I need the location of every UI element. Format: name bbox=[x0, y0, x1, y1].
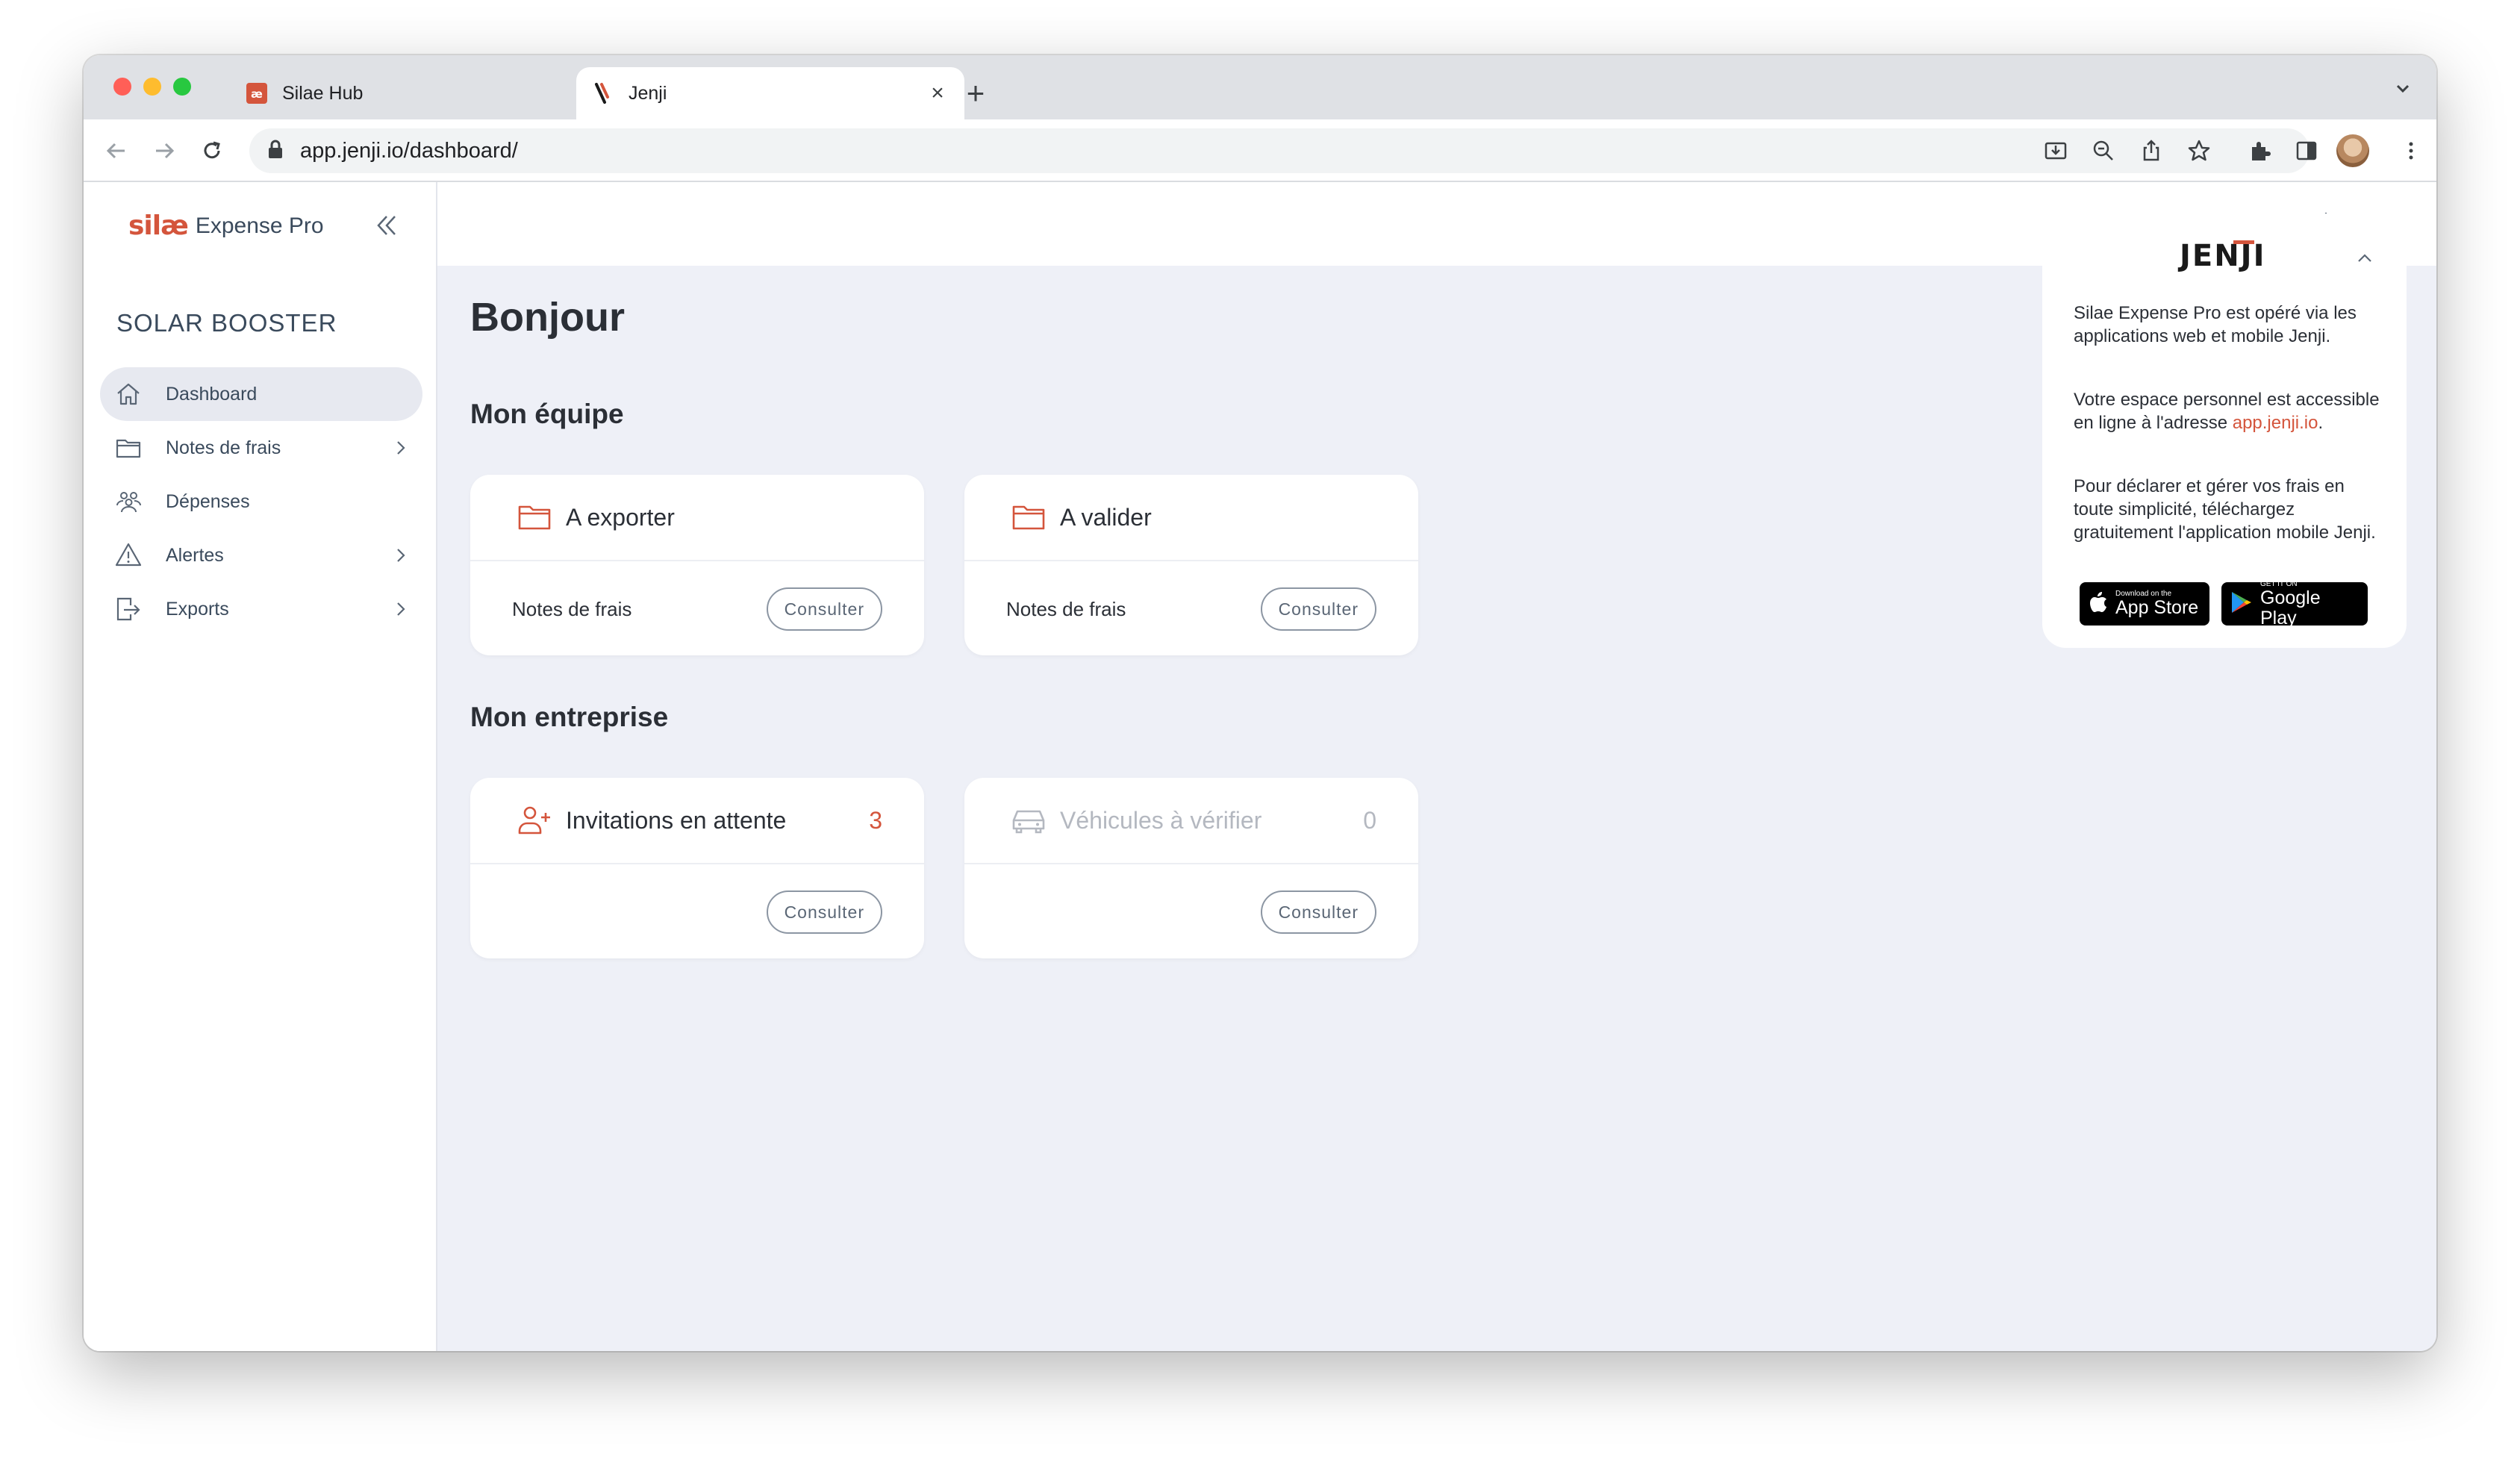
app-store-badge[interactable]: Download on the App Store bbox=[2080, 582, 2209, 626]
logo-product: Expense Pro bbox=[195, 213, 324, 238]
browser-window: æ Silae Hub × Jenji × + bbox=[84, 55, 2436, 1351]
chevron-right-icon bbox=[390, 437, 412, 459]
panel-paragraph-2-text: Votre espace personnel est accessible en… bbox=[2074, 390, 2380, 433]
sidebar-item-label: Dépenses bbox=[166, 490, 250, 512]
sidebar-item-notes-de-frais[interactable]: Notes de frais bbox=[100, 421, 422, 475]
profile-avatar[interactable] bbox=[2336, 134, 2369, 167]
card-label: Notes de frais bbox=[1006, 597, 1126, 620]
sidebar-item-label: Notes de frais bbox=[166, 437, 281, 458]
invitations-count: 3 bbox=[869, 806, 882, 834]
chevron-right-icon bbox=[390, 598, 412, 620]
chevron-up-icon[interactable] bbox=[2353, 246, 2377, 270]
tab-jenji[interactable]: Jenji × bbox=[576, 67, 964, 119]
card-title: A valider bbox=[1060, 503, 1152, 531]
collapse-sidebar-icon[interactable] bbox=[370, 209, 403, 242]
tab-search-chevron-icon[interactable] bbox=[2392, 78, 2414, 100]
address-bar[interactable]: app.jenji.io/dashboard/ bbox=[249, 128, 2310, 173]
panel-paragraph-2: Votre espace personnel est accessible en… bbox=[2074, 388, 2387, 434]
chevron-right-icon bbox=[390, 544, 412, 567]
card-a-exporter: A exporter Notes de frais Consulter bbox=[470, 475, 924, 655]
vehicles-count: 0 bbox=[1363, 806, 1376, 834]
install-app-icon[interactable] bbox=[2039, 134, 2072, 167]
app-content: silæ Expense Pro SOLAR BOOSTER Dashboard bbox=[84, 182, 2436, 1351]
google-play-badge[interactable]: GET IT ON Google Play bbox=[2221, 579, 2368, 628]
home-icon bbox=[113, 379, 143, 409]
team-section-title: Mon équipe bbox=[470, 399, 624, 429]
sidebar-item-depenses[interactable]: Dépenses bbox=[100, 475, 422, 528]
consulter-button[interactable]: Consulter bbox=[766, 587, 882, 631]
maximize-window-button[interactable] bbox=[173, 78, 191, 96]
export-icon bbox=[113, 594, 143, 624]
zoom-icon[interactable] bbox=[2087, 134, 2120, 167]
extensions-icon[interactable] bbox=[2244, 134, 2277, 167]
card-a-valider: A valider Notes de frais Consulter bbox=[964, 475, 1418, 655]
add-user-icon bbox=[515, 801, 554, 840]
sidebar-nav: Dashboard Notes de frais Dépenses Alerte… bbox=[100, 367, 422, 636]
panel-paragraph-2-suffix: . bbox=[2318, 413, 2324, 433]
panel-paragraph-1: Silae Expense Pro est opéré via les appl… bbox=[2074, 303, 2357, 346]
panel-paragraph-3: Pour déclarer et gérer vos frais en tout… bbox=[2074, 476, 2376, 543]
card-vehicules-a-verifier: Véhicules à vérifier 0 Consulter bbox=[964, 778, 1418, 958]
share-icon[interactable] bbox=[2135, 134, 2168, 167]
consulter-button[interactable]: Consulter bbox=[1260, 587, 1376, 631]
apple-icon bbox=[2089, 591, 2108, 617]
card-title: A exporter bbox=[566, 503, 675, 531]
side-panel-icon[interactable] bbox=[2290, 134, 2323, 167]
users-icon bbox=[113, 487, 143, 517]
google-play-small-text: GET IT ON bbox=[2260, 579, 2298, 588]
lock-icon bbox=[267, 140, 284, 163]
tab-silae-hub[interactable]: æ Silae Hub × bbox=[230, 67, 618, 119]
address-url: app.jenji.io/dashboard/ bbox=[300, 138, 518, 163]
sidebar-item-alertes[interactable]: Alertes bbox=[100, 528, 422, 582]
sidebar-item-label: Dashboard bbox=[166, 383, 258, 405]
page-title: Bonjour bbox=[470, 295, 625, 340]
sidebar-item-dashboard[interactable]: Dashboard bbox=[100, 367, 422, 421]
sidebar-item-exports[interactable]: Exports bbox=[100, 582, 422, 636]
jenji-link[interactable]: app.jenji.io bbox=[2233, 413, 2318, 433]
sidebar-item-label: Alertes bbox=[166, 544, 224, 566]
tab-close-icon[interactable]: × bbox=[926, 81, 949, 106]
logo-mark: silæ bbox=[128, 210, 189, 241]
consulter-button[interactable]: Consulter bbox=[766, 890, 882, 934]
app-store-text: App Store bbox=[2115, 597, 2199, 618]
reload-icon[interactable] bbox=[196, 134, 228, 167]
jenji-info-panel: JENJI Silae Expense Pro est opéré via le… bbox=[2042, 213, 2407, 648]
svg-text:æ: æ bbox=[251, 87, 263, 101]
company-section-title: Mon entreprise bbox=[470, 702, 669, 732]
browser-toolbar: app.jenji.io/dashboard/ bbox=[84, 119, 2436, 182]
company-name: SOLAR BOOSTER bbox=[116, 309, 337, 337]
new-tab-icon[interactable]: + bbox=[957, 75, 994, 112]
folder-icon bbox=[113, 433, 143, 463]
folder-icon bbox=[1009, 498, 1048, 537]
sidebar: silæ Expense Pro SOLAR BOOSTER Dashboard bbox=[84, 182, 437, 1351]
warning-icon bbox=[113, 540, 143, 570]
card-label: Notes de frais bbox=[512, 597, 632, 620]
google-play-text: Google Play bbox=[2260, 587, 2321, 628]
tab-title: Silae Hub bbox=[282, 82, 364, 104]
jenji-favicon-icon bbox=[591, 81, 615, 105]
sidebar-item-label: Exports bbox=[166, 598, 229, 620]
folder-icon bbox=[515, 498, 554, 537]
back-arrow-icon[interactable] bbox=[100, 134, 133, 167]
close-window-button[interactable] bbox=[113, 78, 131, 96]
car-icon bbox=[1009, 801, 1048, 840]
card-title: Invitations en attente bbox=[566, 806, 787, 834]
card-invitations-en-attente: Invitations en attente 3 Consulter bbox=[470, 778, 924, 958]
bookmark-star-icon[interactable] bbox=[2183, 134, 2215, 167]
consulter-button[interactable]: Consulter bbox=[1260, 890, 1376, 934]
card-title: Véhicules à vérifier bbox=[1060, 806, 1262, 834]
tab-strip: æ Silae Hub × Jenji × + bbox=[84, 55, 2436, 119]
forward-arrow-icon[interactable] bbox=[148, 134, 181, 167]
google-play-icon bbox=[2230, 590, 2253, 618]
silae-expense-pro-logo[interactable]: silæ Expense Pro bbox=[128, 210, 324, 241]
minimize-window-button[interactable] bbox=[143, 78, 161, 96]
tab-title: Jenji bbox=[629, 82, 667, 104]
jenji-logo-accent bbox=[2233, 240, 2254, 244]
silae-hub-favicon-icon: æ bbox=[245, 81, 269, 105]
browser-menu-icon[interactable] bbox=[2395, 134, 2427, 167]
